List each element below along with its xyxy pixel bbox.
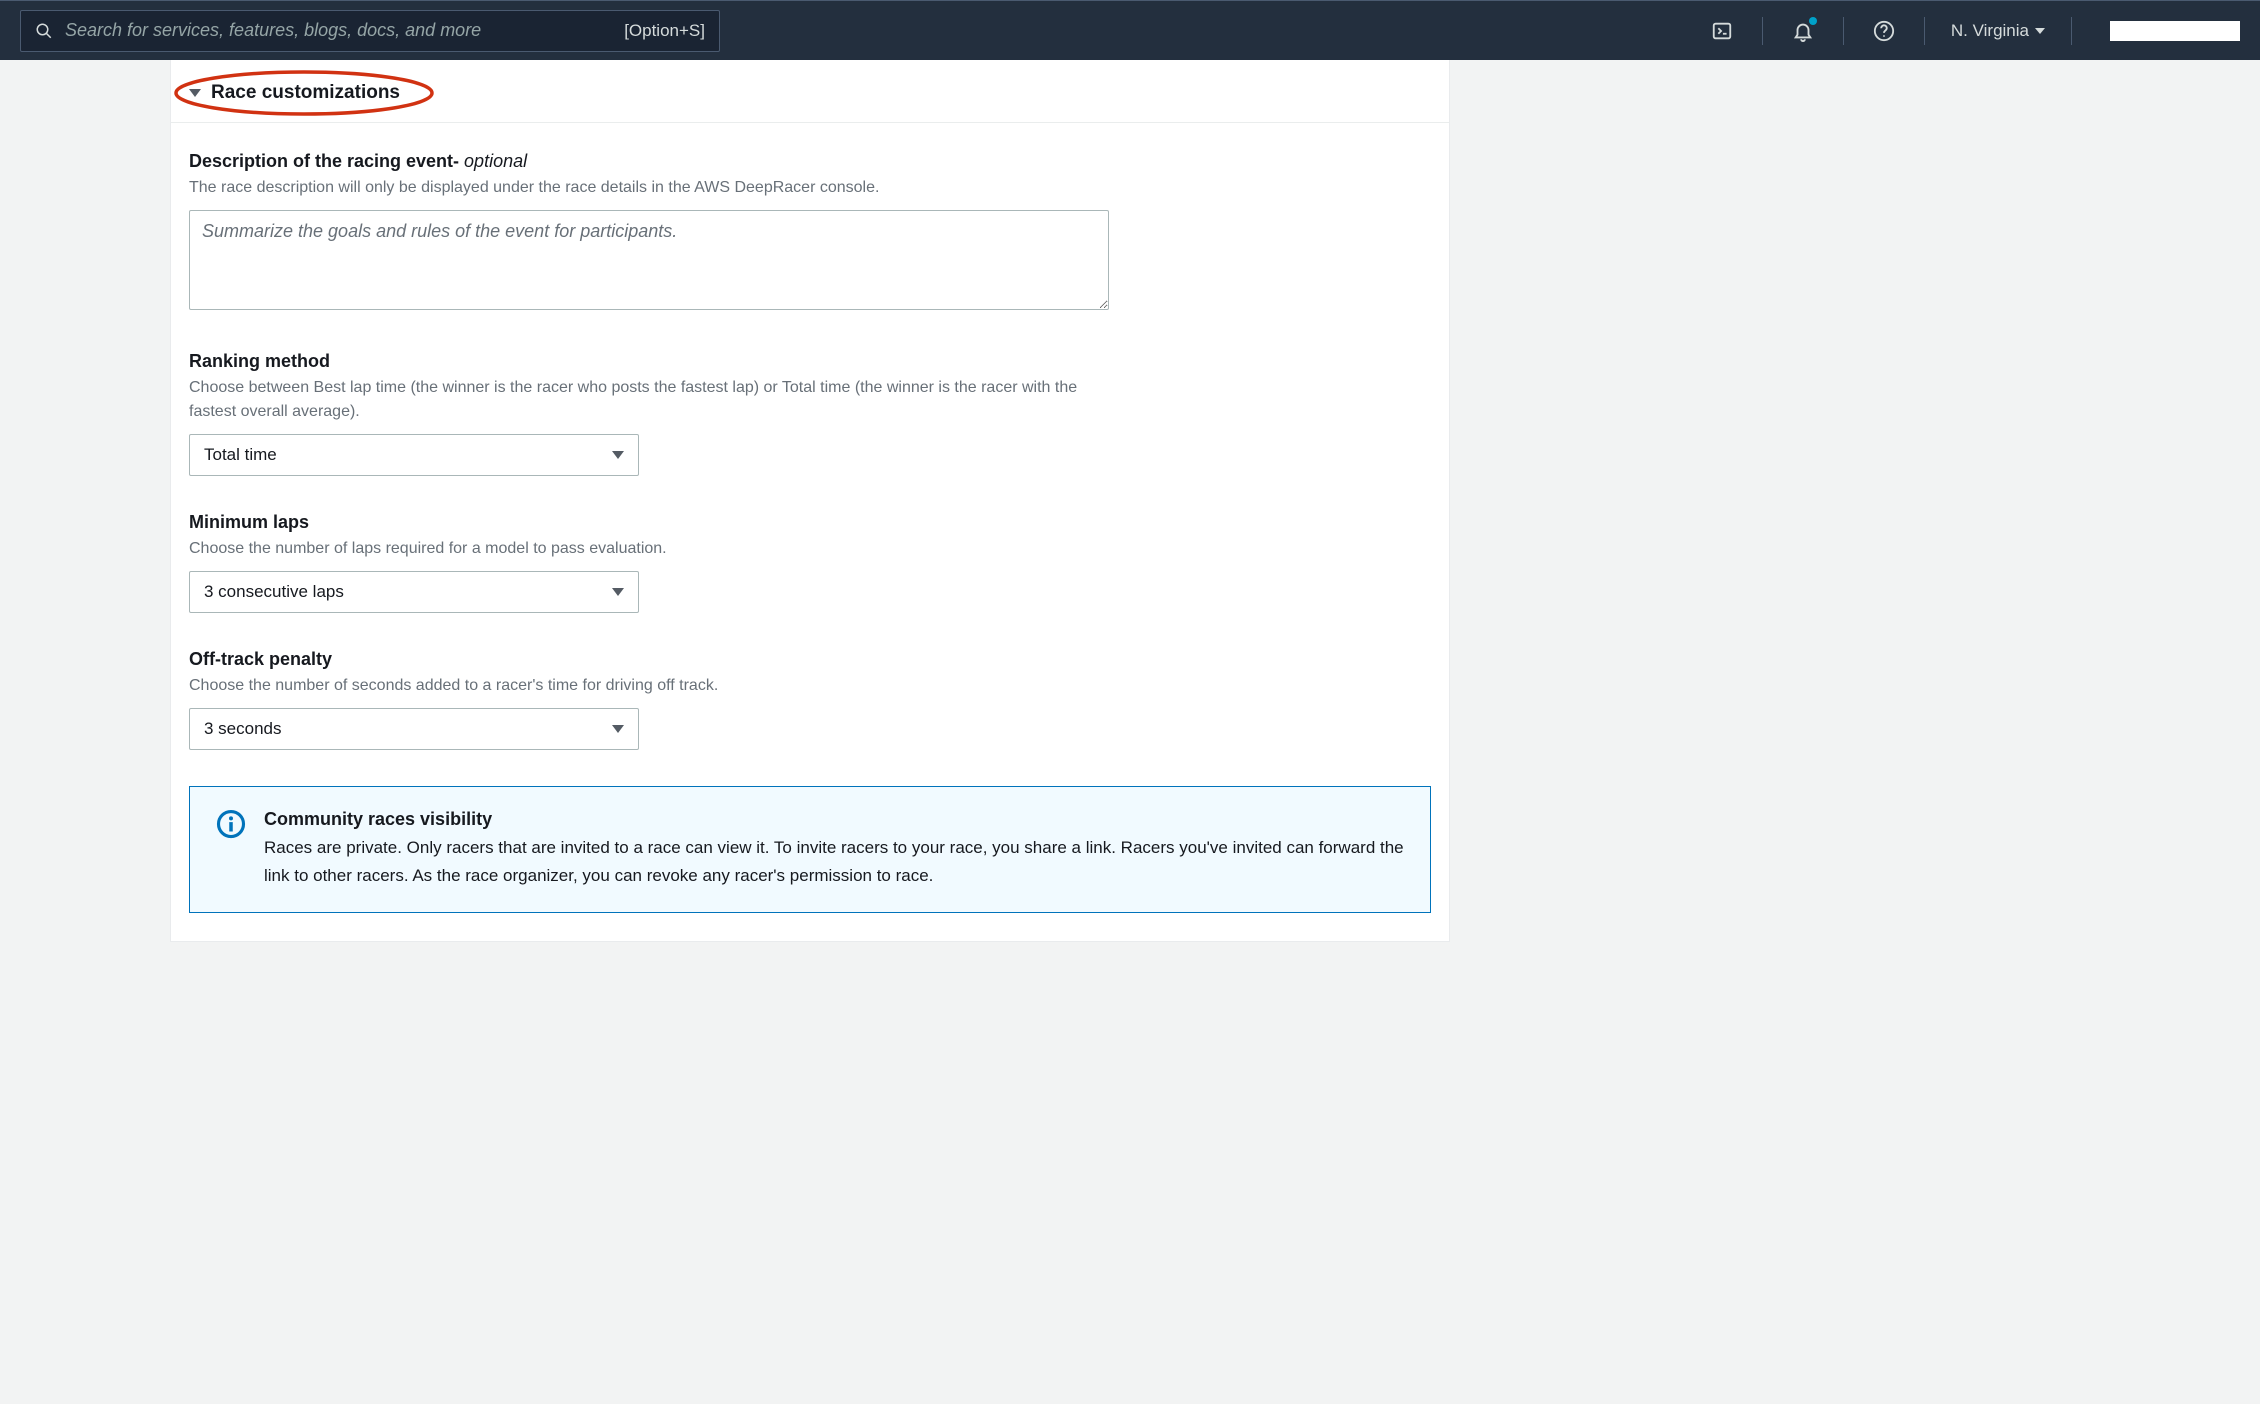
help-icon[interactable] [1862,9,1906,53]
nav-divider [1843,17,1844,45]
info-text: Races are private. Only racers that are … [264,834,1404,890]
penalty-group: Off-track penalty Choose the number of s… [171,649,1449,750]
notifications-icon[interactable] [1781,9,1825,53]
minlaps-help: Choose the number of laps required for a… [189,537,1089,561]
description-group: Description of the racing event- optiona… [171,151,1449,315]
chevron-down-icon [189,89,201,97]
penalty-label: Off-track penalty [189,649,1431,670]
region-selector[interactable]: N. Virginia [1943,21,2053,41]
nav-divider [1762,17,1763,45]
search-input[interactable] [65,20,612,41]
account-menu-placeholder[interactable] [2110,21,2240,41]
search-shortcut-hint: [Option+S] [624,21,705,41]
ranking-help: Choose between Best lap time (the winner… [189,376,1089,424]
global-search[interactable]: [Option+S] [20,10,720,52]
nav-divider [1924,17,1925,45]
visibility-info-box: Community races visibility Races are pri… [189,786,1431,913]
description-label: Description of the racing event- optiona… [189,151,1431,172]
search-icon [35,22,53,40]
minimum-laps-select[interactable]: 3 consecutive laps [189,571,639,613]
race-customizations-toggle[interactable]: Race customizations [171,60,1449,122]
region-label: N. Virginia [1951,21,2029,41]
ranking-method-select[interactable]: Total time [189,434,639,476]
penalty-value: 3 seconds [204,719,282,739]
top-nav: [Option+S] N. Virginia [0,0,2260,60]
notification-dot [1809,17,1817,25]
race-customizations-panel: Race customizations Description of the r… [170,60,1450,942]
nav-divider [2071,17,2072,45]
caret-down-icon [612,588,624,596]
minlaps-group: Minimum laps Choose the number of laps r… [171,512,1449,613]
ranking-value: Total time [204,445,277,465]
info-title: Community races visibility [264,809,1404,830]
caret-down-icon [2035,28,2045,34]
offtrack-penalty-select[interactable]: 3 seconds [189,708,639,750]
caret-down-icon [612,725,624,733]
divider [171,122,1449,123]
info-icon [216,809,246,890]
description-textarea[interactable] [189,210,1109,310]
description-help: The race description will only be displa… [189,176,1089,200]
caret-down-icon [612,451,624,459]
cloudshell-icon[interactable] [1700,9,1744,53]
ranking-group: Ranking method Choose between Best lap t… [171,351,1449,476]
minlaps-value: 3 consecutive laps [204,582,344,602]
penalty-help: Choose the number of seconds added to a … [189,674,1089,698]
minlaps-label: Minimum laps [189,512,1431,533]
section-title: Race customizations [211,82,400,104]
ranking-label: Ranking method [189,351,1431,372]
